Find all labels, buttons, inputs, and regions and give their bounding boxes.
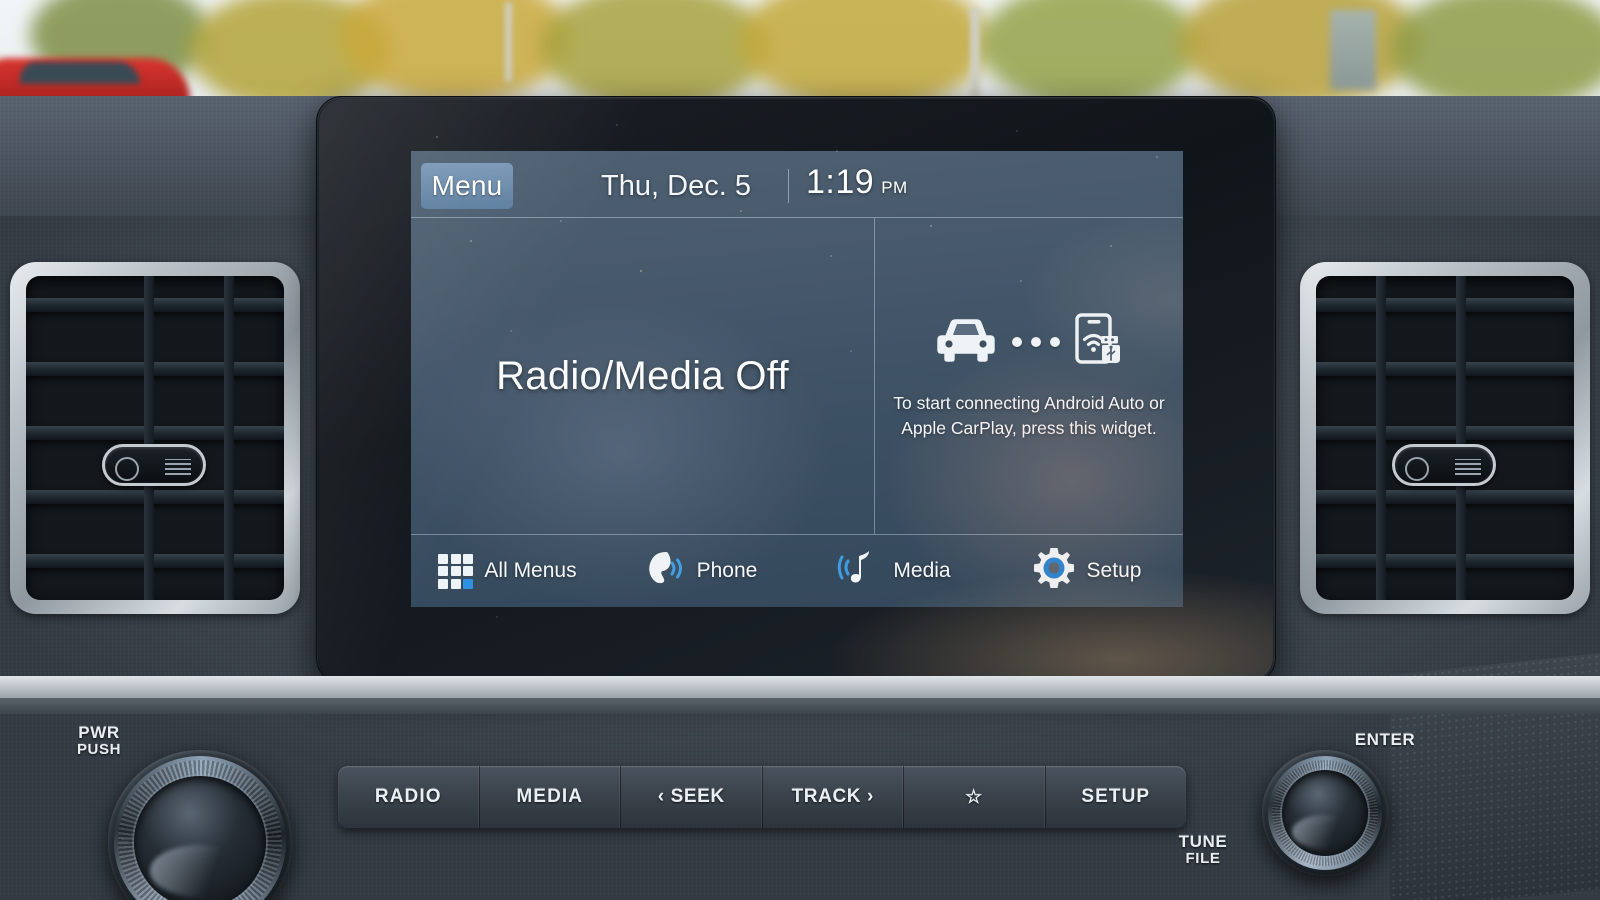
vent-divider [1456, 276, 1466, 600]
button-radio[interactable]: RADIO [338, 766, 480, 828]
gear-icon [1032, 546, 1076, 596]
vent-louver [26, 554, 284, 568]
phone-wifi-usb-icon [1073, 312, 1125, 373]
vent-divider [224, 276, 234, 600]
grid-icon [438, 553, 474, 589]
power-knob-label: PWR PUSH [44, 723, 154, 759]
button-track[interactable]: TRACK › [763, 766, 904, 828]
radio-media-status[interactable]: Radio/Media Off [411, 218, 874, 534]
clock-meridiem: PM [881, 178, 908, 197]
tune-label: TUNE [1178, 832, 1228, 851]
center-stack-trim [0, 676, 1600, 714]
vent-body [26, 276, 284, 600]
button-seek[interactable]: ‹ SEEK [621, 766, 763, 828]
toolbar-label: All Menus [484, 559, 577, 582]
button-setup[interactable]: SETUP [1046, 766, 1187, 828]
center-stack-trim-inner [0, 698, 1600, 714]
car-icon [933, 316, 999, 369]
projection-widget[interactable]: To start connecting Android Auto or Appl… [875, 218, 1183, 534]
projection-icon-row [933, 312, 1125, 373]
vent-direction-knob[interactable] [102, 444, 206, 486]
vent-divider [144, 276, 154, 600]
clock-display: 1:19 PM [806, 163, 908, 209]
toolbar-item-media[interactable]: Media [797, 548, 990, 594]
vent-louver [26, 298, 284, 312]
vent-louver [1316, 298, 1574, 312]
button-favorite[interactable]: ☆ [904, 766, 1046, 828]
toolbar-label: Phone [696, 559, 758, 582]
vent-louver [26, 362, 284, 376]
enter-label: ENTER [1354, 730, 1416, 749]
light-pole [505, 2, 512, 82]
air-vent-left [10, 262, 300, 614]
hard-button-bar: RADIO MEDIA ‹ SEEK TRACK › ☆ SETUP [338, 766, 1186, 828]
toolbar-label: Media [893, 559, 951, 582]
light-pole [970, 8, 980, 104]
vent-louver [1316, 490, 1574, 504]
clock-time: 1:19 [806, 163, 875, 201]
knob-face [1282, 770, 1368, 856]
air-vent-right [1300, 262, 1590, 614]
dots-icon [1012, 337, 1060, 348]
tune-file-label: TUNE FILE [1148, 832, 1258, 868]
vent-louver [1316, 426, 1574, 440]
status-bar-divider [788, 169, 789, 203]
toolbar-label: Setup [1086, 559, 1142, 582]
music-note-icon [836, 548, 882, 594]
bottom-toolbar: All Menus Phone Media Setup [411, 535, 1183, 607]
power-knob-label-line2: PUSH [76, 741, 122, 759]
infotainment-head-unit: Menu Thu, Dec. 5 1:19 PM Radio/Media Off [316, 96, 1276, 684]
vent-divider [1376, 276, 1386, 600]
toolbar-item-setup[interactable]: Setup [990, 546, 1183, 596]
parked-car-window [20, 62, 140, 84]
vent-louver [1316, 554, 1574, 568]
toolbar-item-phone[interactable]: Phone [604, 549, 797, 593]
tune-file-knob[interactable] [1262, 750, 1388, 876]
phone-handset-icon [644, 549, 686, 593]
background-tower [1330, 10, 1376, 90]
vent-louver [1316, 362, 1574, 376]
toolbar-item-all-menus[interactable]: All Menus [411, 553, 604, 589]
main-content: Radio/Media Off To start connecting Andr… [411, 218, 1183, 534]
knob-face [134, 776, 266, 900]
power-knob-label-line1: PWR [78, 723, 120, 742]
projection-description: To start connecting Android Auto or Appl… [893, 392, 1165, 438]
infotainment-display[interactable]: Menu Thu, Dec. 5 1:19 PM Radio/Media Off [411, 151, 1183, 607]
vent-body [1316, 276, 1574, 600]
status-bar: Menu Thu, Dec. 5 1:19 PM [411, 151, 1183, 217]
date-display: Thu, Dec. 5 [601, 169, 751, 202]
menu-button[interactable]: Menu [421, 163, 513, 209]
vent-louver [26, 426, 284, 440]
vent-direction-knob[interactable] [1392, 444, 1496, 486]
vent-louver [26, 490, 284, 504]
button-media[interactable]: MEDIA [480, 766, 621, 828]
file-label: FILE [1185, 850, 1221, 868]
